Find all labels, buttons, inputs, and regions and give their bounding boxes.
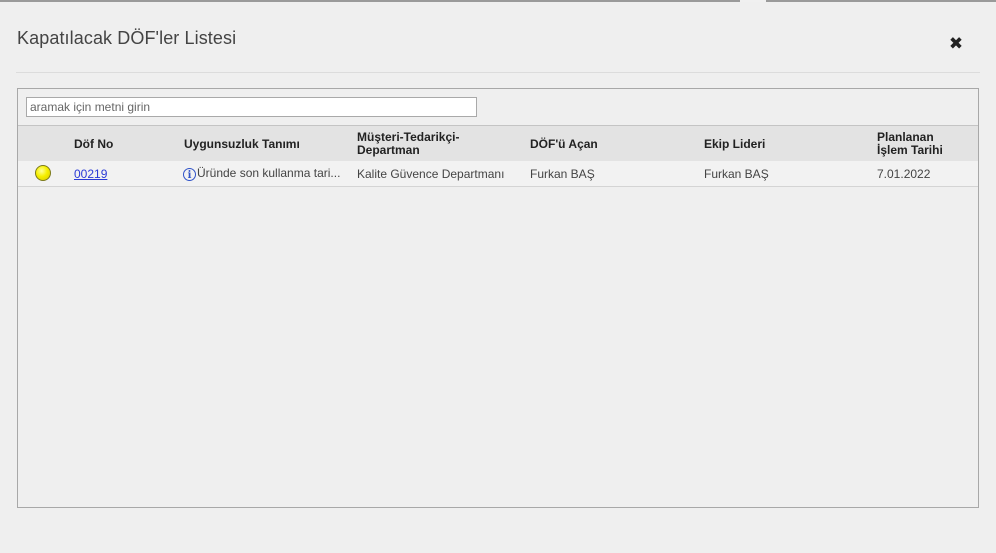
search-input[interactable] — [26, 97, 477, 117]
dof-list-panel: Döf No Uygunsuzluk Tanımı Müşteri-Tedari… — [17, 88, 979, 508]
nonconformity-description: Üründe son kullanma tari... — [197, 166, 341, 180]
info-icon[interactable]: i — [183, 168, 196, 181]
column-header-planned-date[interactable]: Planlanan İşlem Tarihi — [877, 131, 957, 157]
department-cell: Kalite Güvence Departmanı — [357, 167, 505, 181]
team-leader-cell: Furkan BAŞ — [704, 167, 769, 181]
column-header-department[interactable]: Müşteri-Tedarikçi-Departman — [357, 131, 487, 157]
column-header-team-leader[interactable]: Ekip Lideri — [704, 138, 765, 151]
dialog: Kapatılacak DÖF'ler Listesi ✖ Döf No Uyg… — [0, 2, 996, 553]
column-header-nonconformity[interactable]: Uygunsuzluk Tanımı — [184, 138, 300, 151]
close-icon[interactable]: ✖ — [946, 34, 966, 54]
opened-by-cell: Furkan BAŞ — [530, 167, 595, 181]
column-header-dof-no[interactable]: Döf No — [74, 138, 113, 151]
planned-date-cell: 7.01.2022 — [877, 167, 931, 181]
column-header-opened-by[interactable]: DÖF'ü Açan — [530, 138, 598, 151]
dialog-title: Kapatılacak DÖF'ler Listesi — [17, 28, 237, 48]
dof-number-link[interactable]: 00219 — [74, 167, 107, 181]
table-header: Döf No Uygunsuzluk Tanımı Müşteri-Tedari… — [18, 125, 978, 161]
table-row[interactable]: 00219 i Üründe son kullanma tari... Kalit… — [18, 161, 978, 187]
status-indicator-icon — [35, 165, 51, 181]
title-separator — [16, 72, 980, 73]
